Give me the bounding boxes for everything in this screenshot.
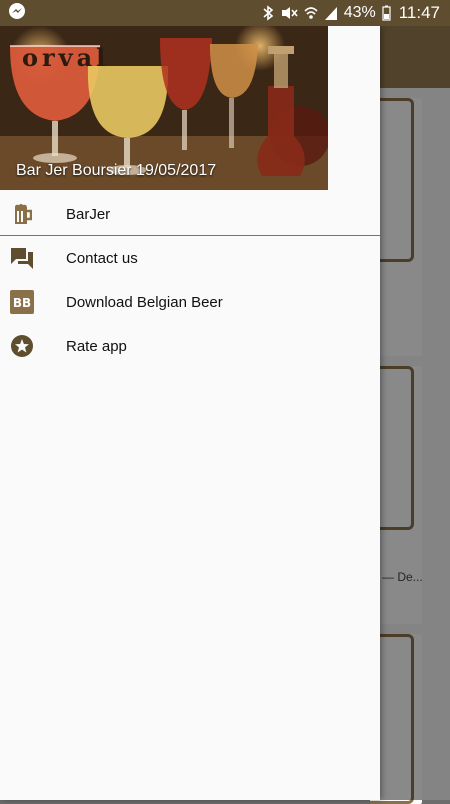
menu-item-barjer[interactable]: BarJer [0, 192, 380, 236]
menu-item-label: Rate app [66, 337, 127, 355]
status-right: 43% 11:47 [262, 3, 440, 23]
bluetooth-icon [262, 5, 274, 21]
svg-text:BB: BB [13, 296, 31, 310]
menu-item-label: Download Belgian Beer [66, 293, 223, 311]
mute-icon [280, 5, 298, 21]
status-left [8, 2, 26, 25]
navigation-drawer: orval Bar Jer Boursier 19/05/2017 BarJer… [0, 26, 380, 800]
menu-item-contact-us[interactable]: Contact us [0, 236, 380, 280]
drawer-header-image: orval Bar Jer Boursier 19/05/2017 [0, 26, 328, 190]
menu-item-download-belgian-beer[interactable]: BB Download Belgian Beer [0, 280, 380, 324]
menu-item-rate-app[interactable]: Rate app [0, 324, 380, 368]
beer-mug-icon [10, 202, 34, 226]
glass-logo-text: orval [22, 43, 109, 72]
bb-logo-icon: BB [10, 290, 34, 314]
status-bar: 43% 11:47 [0, 0, 450, 26]
messenger-icon [8, 2, 26, 25]
signal-icon [324, 5, 338, 21]
star-icon [10, 334, 34, 358]
wifi-icon [304, 5, 318, 21]
header-caption: Bar Jer Boursier 19/05/2017 [16, 162, 217, 179]
menu-item-label: BarJer [66, 205, 111, 223]
clock: 11:47 [398, 3, 440, 22]
menu-item-label: Contact us [66, 249, 138, 267]
battery-percent: 43% [343, 4, 376, 21]
chat-icon [10, 246, 34, 270]
battery-icon [382, 5, 391, 21]
